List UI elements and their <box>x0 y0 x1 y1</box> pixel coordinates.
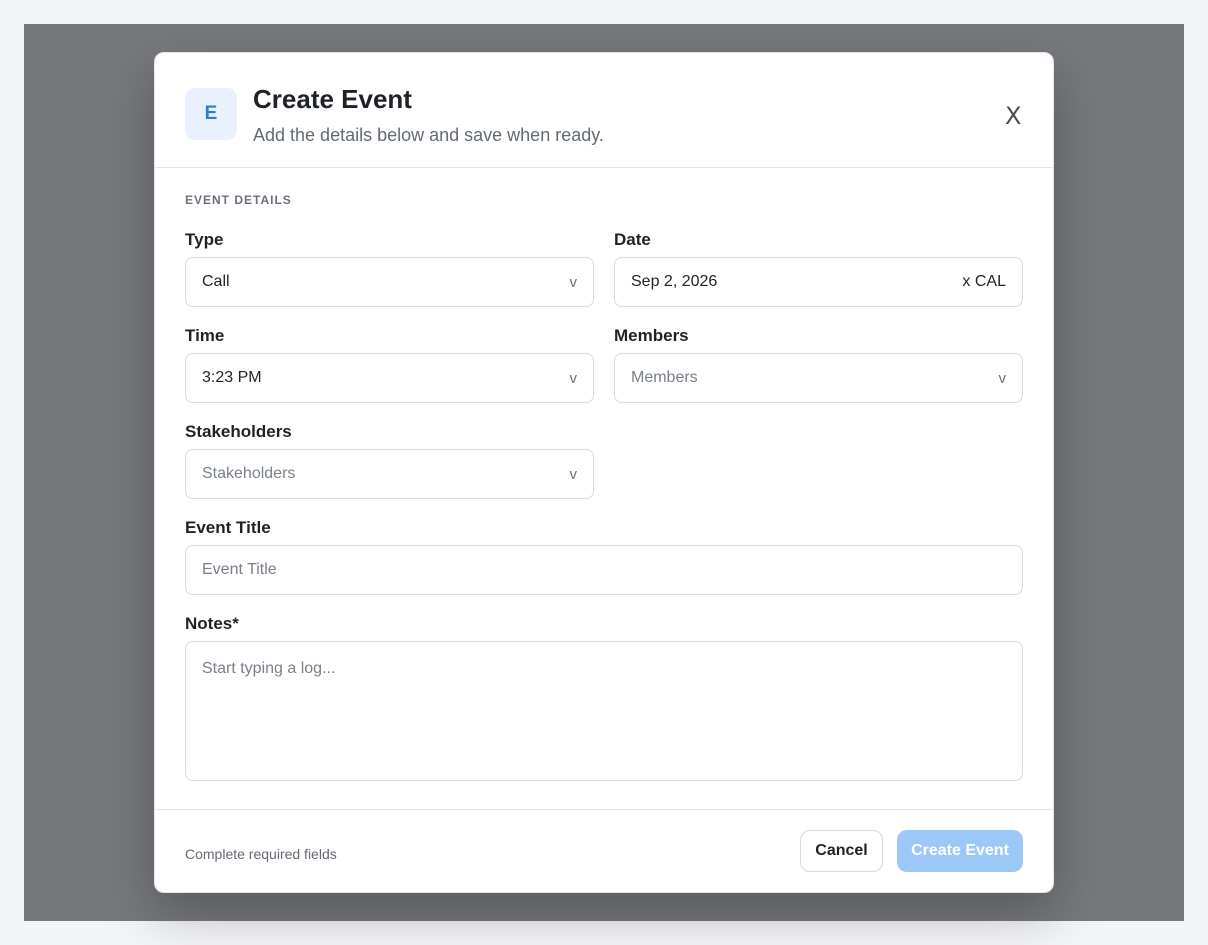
members-label: Members <box>614 326 689 345</box>
type-select[interactable]: Call v <box>185 257 594 307</box>
dialog-title: Create Event <box>253 84 412 114</box>
chevron-down-icon: v <box>998 369 1007 387</box>
stakeholders-select[interactable]: Stakeholders v <box>185 449 594 499</box>
type-value: Call <box>202 273 230 290</box>
create-event-dialog: E Create Event Add the details below and… <box>154 52 1054 893</box>
date-value: Sep 2, 2026 <box>631 273 718 290</box>
event-initial-icon: E <box>185 88 237 140</box>
time-value: 3:23 PM <box>202 369 262 386</box>
section-title: EVENT DETAILS <box>185 193 292 207</box>
stakeholders-placeholder: Stakeholders <box>202 465 296 482</box>
stakeholders-label: Stakeholders <box>185 422 292 441</box>
calendar-icon[interactable]: x CAL <box>962 273 1006 291</box>
date-input[interactable]: Sep 2, 2026 x CAL <box>614 257 1023 307</box>
required-fields-note: Complete required fields <box>185 846 337 862</box>
event-title-label: Event Title <box>185 518 271 537</box>
time-select[interactable]: 3:23 PM v <box>185 353 594 403</box>
type-label: Type <box>185 230 224 249</box>
close-icon[interactable]: X <box>1005 104 1021 128</box>
chevron-down-icon: v <box>569 465 578 483</box>
members-select[interactable]: Members v <box>614 353 1023 403</box>
chevron-down-icon: v <box>569 273 578 291</box>
chevron-down-icon: v <box>569 369 578 387</box>
create-event-button[interactable]: Create Event <box>897 830 1023 872</box>
event-title-placeholder: Event Title <box>202 561 277 578</box>
members-placeholder: Members <box>631 369 698 386</box>
cancel-button[interactable]: Cancel <box>800 830 883 872</box>
date-label: Date <box>614 230 651 249</box>
notes-textarea[interactable]: Start typing a log... <box>185 641 1023 781</box>
dialog-footer: Complete required fields Cancel Create E… <box>155 809 1053 892</box>
notes-label: Notes* <box>185 614 239 633</box>
dialog-subtitle: Add the details below and save when read… <box>253 125 604 145</box>
time-label: Time <box>185 326 225 345</box>
dialog-header: E Create Event Add the details below and… <box>155 53 1053 168</box>
notes-placeholder: Start typing a log... <box>202 660 336 677</box>
event-title-input[interactable]: Event Title <box>185 545 1023 595</box>
